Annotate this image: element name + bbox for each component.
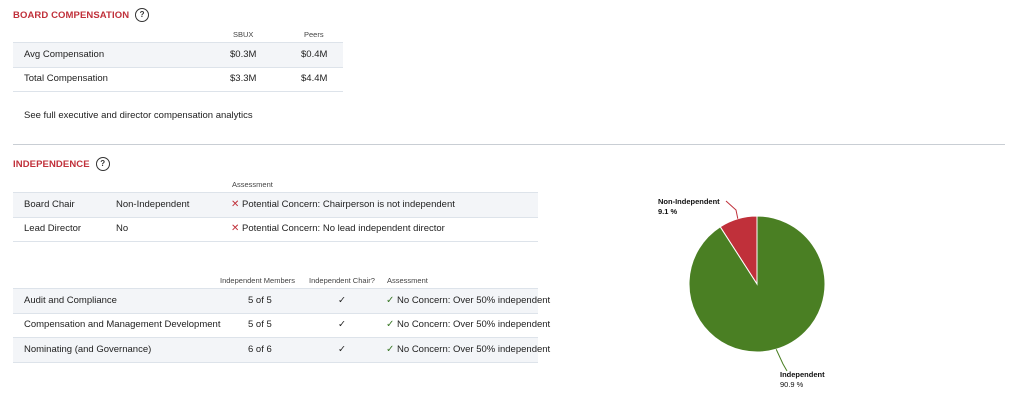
- column-header-peers: Peers: [304, 30, 324, 39]
- check-icon: ✓: [386, 295, 395, 306]
- assessment-cell: ✕ Potential Concern: Chairperson is not …: [231, 193, 455, 217]
- pie-leader-line: [775, 349, 788, 372]
- table-row: Lead Director No ✕ Potential Concern: No…: [13, 217, 538, 242]
- check-icon: ✓: [386, 344, 395, 355]
- assessment-text: No Concern: Over 50% independent: [397, 295, 551, 306]
- committee-name: Audit and Compliance: [24, 295, 117, 306]
- assessment-text: No Concern: Over 50% independent: [397, 344, 551, 355]
- row-label: Total Compensation: [24, 73, 108, 84]
- column-header-sbux: SBUX: [233, 30, 254, 39]
- table-row: Compensation and Management Development …: [13, 313, 550, 338]
- table-row: Audit and Compliance 5 of 5 ✓ ✓ No Conce…: [13, 288, 550, 314]
- chair-header: Independent Chair?: [309, 276, 375, 285]
- peers-value: $4.4M: [301, 73, 328, 84]
- assessment-text: No Concern: Over 50% independent: [397, 319, 551, 330]
- sbux-value: $3.3M: [230, 73, 257, 84]
- independence-title-text: INDEPENDENCE: [13, 158, 90, 170]
- assessment-text: Potential Concern: No lead independent d…: [242, 223, 445, 234]
- pie-label-value: 9.1 %: [658, 207, 678, 216]
- independent-chair-check-icon: ✓: [338, 319, 346, 330]
- section-divider: [13, 144, 1005, 145]
- table-row: Total Compensation $3.3M $4.4M: [13, 67, 343, 92]
- check-icon: ✓: [386, 319, 395, 330]
- pie-leader-line: [725, 200, 739, 219]
- independent-members: 5 of 5: [248, 295, 272, 306]
- board-compensation-title: BOARD COMPENSATION ?: [13, 8, 150, 22]
- compensation-analytics-link[interactable]: See full executive and director compensa…: [24, 110, 253, 121]
- table-row: Avg Compensation $0.3M $0.4M: [13, 42, 343, 68]
- committee-name: Nominating (and Governance): [24, 344, 152, 355]
- pie-label-name: Independent: [780, 370, 825, 379]
- pie-slice-independent: [688, 215, 826, 353]
- independent-members: 5 of 5: [248, 319, 272, 330]
- help-icon[interactable]: ?: [135, 8, 150, 22]
- cross-icon: ✕: [231, 223, 240, 234]
- independent-chair-check-icon: ✓: [338, 344, 346, 355]
- cross-icon: ✕: [231, 199, 240, 210]
- board-compensation-title-text: BOARD COMPENSATION: [13, 9, 130, 21]
- peers-value: $0.4M: [301, 49, 328, 60]
- leadership-value: No: [116, 223, 129, 234]
- sbux-value: $0.3M: [230, 49, 257, 60]
- leadership-label: Lead Director: [24, 223, 82, 234]
- table-row: Nominating (and Governance) 6 of 6 ✓ ✓ N…: [13, 338, 550, 363]
- help-icon[interactable]: ?: [95, 157, 110, 171]
- committee-name: Compensation and Management Development: [24, 319, 221, 330]
- pie-label-non-independent: Non-Independent 9.1 %: [658, 197, 720, 217]
- pie-label-independent: Independent 90.9 %: [780, 370, 825, 390]
- independence-title: INDEPENDENCE ?: [13, 157, 110, 171]
- members-header: Independent Members: [220, 276, 296, 285]
- independent-chair-check-icon: ✓: [338, 295, 346, 306]
- row-label: Avg Compensation: [24, 49, 105, 60]
- leadership-label: Board Chair: [24, 199, 75, 210]
- independent-members: 6 of 6: [248, 344, 272, 355]
- pie-label-name: Non-Independent: [658, 197, 720, 206]
- assessment-cell: ✓ No Concern: Over 50% independent: [386, 289, 550, 313]
- assessment-header: Assessment: [232, 180, 273, 189]
- assessment-text: Potential Concern: Chairperson is not in…: [242, 199, 455, 210]
- pie-slice-non-independent: [719, 215, 758, 286]
- pie-label-value: 90.9 %: [780, 380, 804, 389]
- committee-assessment-header: Assessment: [387, 276, 428, 285]
- assessment-cell: ✓ No Concern: Over 50% independent: [386, 313, 550, 337]
- assessment-cell: ✕ Potential Concern: No lead independent…: [231, 217, 445, 241]
- assessment-cell: ✓ No Concern: Over 50% independent: [386, 338, 550, 362]
- leadership-value: Non-Independent: [116, 199, 190, 210]
- table-row: Board Chair Non-Independent ✕ Potential …: [13, 192, 538, 218]
